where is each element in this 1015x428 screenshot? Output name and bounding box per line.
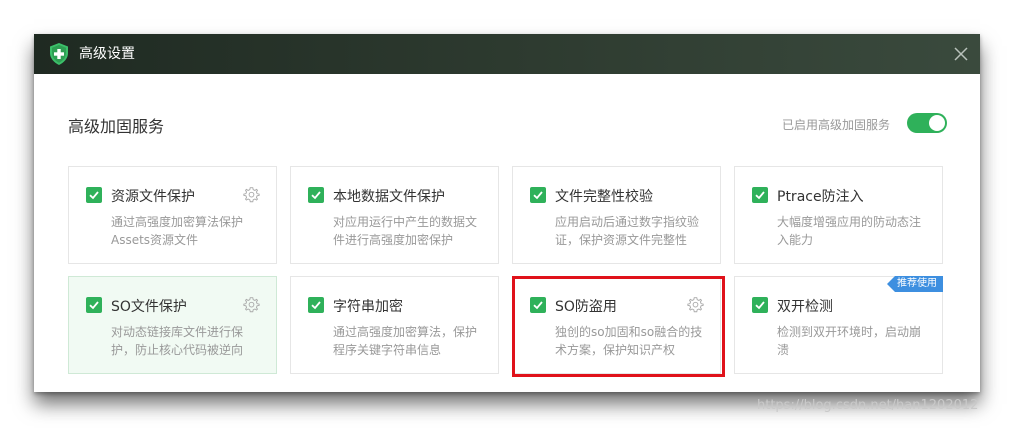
checkmark-icon (311, 301, 321, 310)
section-title: 高级加固服务 (68, 117, 165, 136)
shield-icon (50, 43, 68, 65)
service-card[interactable]: 双开检测检测到双开环境时，启动崩溃 推荐使用 (734, 276, 943, 374)
recommended-badge: 推荐使用 (887, 276, 943, 292)
card-title: 资源文件保护 (111, 189, 195, 205)
title-bar: 高级设置 (34, 34, 980, 74)
advanced-hardening-toggle[interactable] (907, 113, 947, 133)
checkbox[interactable] (308, 297, 324, 313)
service-card[interactable]: 字符串加密通过高强度加密算法，保护程序关键字符串信息 (290, 276, 499, 374)
service-card[interactable]: 文件完整性校验应用启动后通过数字指纹验证，保护资源文件完整性 (512, 166, 721, 264)
card-description: 对应用运行中产生的数据文件进行高强度加密保护 (333, 215, 478, 247)
checkbox[interactable] (86, 187, 102, 203)
card-description: 大幅度增强应用的防动态注入能力 (777, 215, 922, 247)
card-title: 文件完整性校验 (555, 189, 653, 205)
checkmark-icon (89, 301, 99, 310)
checkbox[interactable] (752, 187, 768, 203)
service-card[interactable]: SO文件保护对动态链接库文件进行保护，防止核心代码被逆向 (68, 276, 277, 374)
card-description: 通过高强度加密算法保护Assets资源文件 (111, 215, 244, 247)
card-title: 字符串加密 (333, 299, 403, 315)
gear-icon[interactable] (243, 296, 260, 313)
card-description: 通过高强度加密算法，保护程序关键字符串信息 (333, 325, 478, 357)
gear-icon[interactable] (243, 186, 260, 203)
checkbox[interactable] (308, 187, 324, 203)
checkmark-icon (755, 301, 765, 310)
service-card[interactable]: 本地数据文件保护对应用运行中产生的数据文件进行高强度加密保护 (290, 166, 499, 264)
service-card[interactable]: Ptrace防注入大幅度增强应用的防动态注入能力 (734, 166, 943, 264)
card-description: 应用启动后通过数字指纹验证，保护资源文件完整性 (555, 215, 700, 247)
checkbox[interactable] (530, 187, 546, 203)
checkmark-icon (311, 191, 321, 200)
checkmark-icon (533, 191, 543, 200)
toggle-label: 已启用高级加固服务 (781, 118, 890, 132)
checkbox[interactable] (86, 297, 102, 313)
dialog-title: 高级设置 (79, 46, 135, 62)
checkmark-icon (89, 191, 99, 200)
highlight-box (512, 276, 725, 377)
card-title: SO文件保护 (111, 299, 187, 315)
page: 高级设置 高级加固服务 已启用高级加固服务 资源文件保护通过高强度加密算法保护A… (0, 0, 1015, 428)
checkmark-icon (755, 191, 765, 200)
card-title: 双开检测 (777, 299, 833, 315)
close-icon[interactable] (950, 43, 972, 65)
card-title: Ptrace防注入 (777, 189, 864, 205)
service-card[interactable]: 资源文件保护通过高强度加密算法保护Assets资源文件 (68, 166, 277, 264)
card-description: 检测到双开环境时，启动崩溃 (777, 325, 922, 357)
card-description: 对动态链接库文件进行保护，防止核心代码被逆向 (111, 325, 244, 357)
watermark: https://blog.csdn.net/han1202012 (757, 398, 979, 413)
toggle-knob (929, 115, 945, 131)
advanced-settings-dialog: 高级设置 高级加固服务 已启用高级加固服务 资源文件保护通过高强度加密算法保护A… (34, 34, 980, 392)
card-title: 本地数据文件保护 (333, 189, 445, 205)
checkbox[interactable] (752, 297, 768, 313)
